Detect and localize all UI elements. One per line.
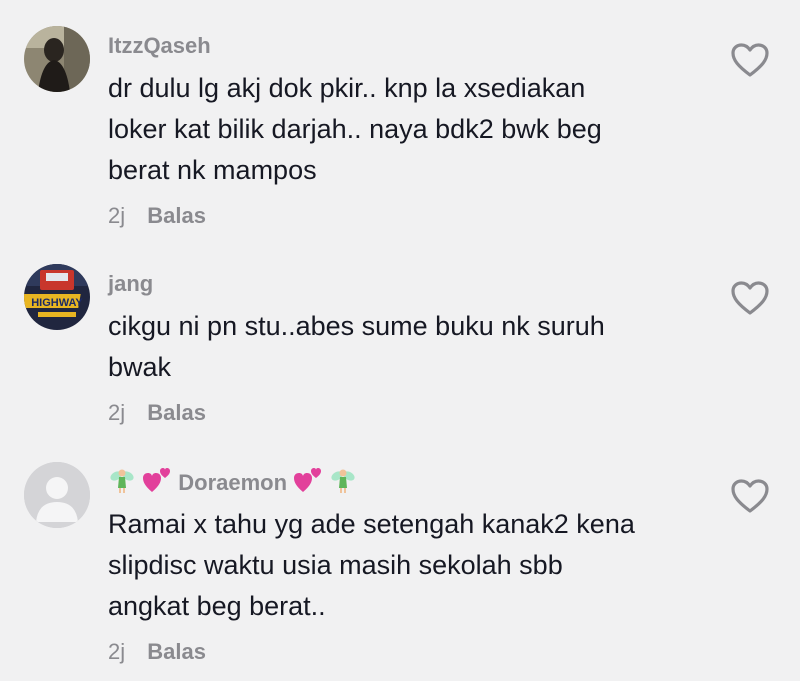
heart-outline-icon <box>731 479 769 513</box>
comment-meta: 2j Balas <box>108 400 206 426</box>
comment-text-line: bwak <box>108 352 172 382</box>
comment-text-line: loker kat bilik darjah.. naya bdk2 bwk b… <box>108 114 602 144</box>
avatar[interactable] <box>24 26 90 92</box>
default-avatar-icon <box>24 462 90 528</box>
avatar[interactable] <box>24 462 90 528</box>
comment-username[interactable]: jang <box>108 271 153 297</box>
avatar[interactable]: HIGHWAY <box>24 264 90 330</box>
reply-button[interactable]: Balas <box>147 400 206 425</box>
comment-text-line: slipdisc waktu usia masih sekolah sbb <box>108 550 563 580</box>
highway-kings-logo-icon: HIGHWAY <box>24 264 90 330</box>
comment-username[interactable]: Doraemon <box>108 466 357 500</box>
heart-outline-icon <box>731 43 769 77</box>
fairy-emoji-icon <box>329 466 357 500</box>
like-button[interactable] <box>730 478 770 514</box>
reply-button[interactable]: Balas <box>147 203 206 228</box>
avatar-logo-text: HIGHWAY <box>31 297 83 309</box>
comment-text: dr dulu lg akj dok pkir.. knp la xsediak… <box>108 68 718 191</box>
like-button[interactable] <box>730 280 770 316</box>
comment-username-text: Doraemon <box>178 470 288 495</box>
comment-meta: 2j Balas <box>108 203 206 229</box>
heart-outline-icon <box>731 281 769 315</box>
comment-text-line: berat nk mampos <box>108 155 317 185</box>
fairy-emoji-icon <box>108 466 136 500</box>
comment-timestamp: 2j <box>108 400 126 425</box>
two-hearts-emoji-icon <box>293 466 323 500</box>
comment-timestamp: 2j <box>108 639 126 664</box>
comment-text-line: Ramai x tahu yg ade setengah kanak2 kena <box>108 509 635 539</box>
comment-text-line: dr dulu lg akj dok pkir.. knp la xsediak… <box>108 73 586 103</box>
comment-text-line: cikgu ni pn stu..abes sume buku nk suruh <box>108 311 605 341</box>
comment-meta: 2j Balas <box>108 639 206 665</box>
comment-text: Ramai x tahu yg ade setengah kanak2 kena… <box>108 504 718 627</box>
comment-timestamp: 2j <box>108 203 126 228</box>
like-button[interactable] <box>730 42 770 78</box>
comment-username[interactable]: ItzzQaseh <box>108 33 211 59</box>
comment-text: cikgu ni pn stu..abes sume buku nk suruh… <box>108 306 718 388</box>
comment-text-line: angkat beg berat.. <box>108 591 326 621</box>
two-hearts-emoji-icon <box>142 466 172 500</box>
reply-button[interactable]: Balas <box>147 639 206 664</box>
profile-photo-icon <box>24 26 90 92</box>
